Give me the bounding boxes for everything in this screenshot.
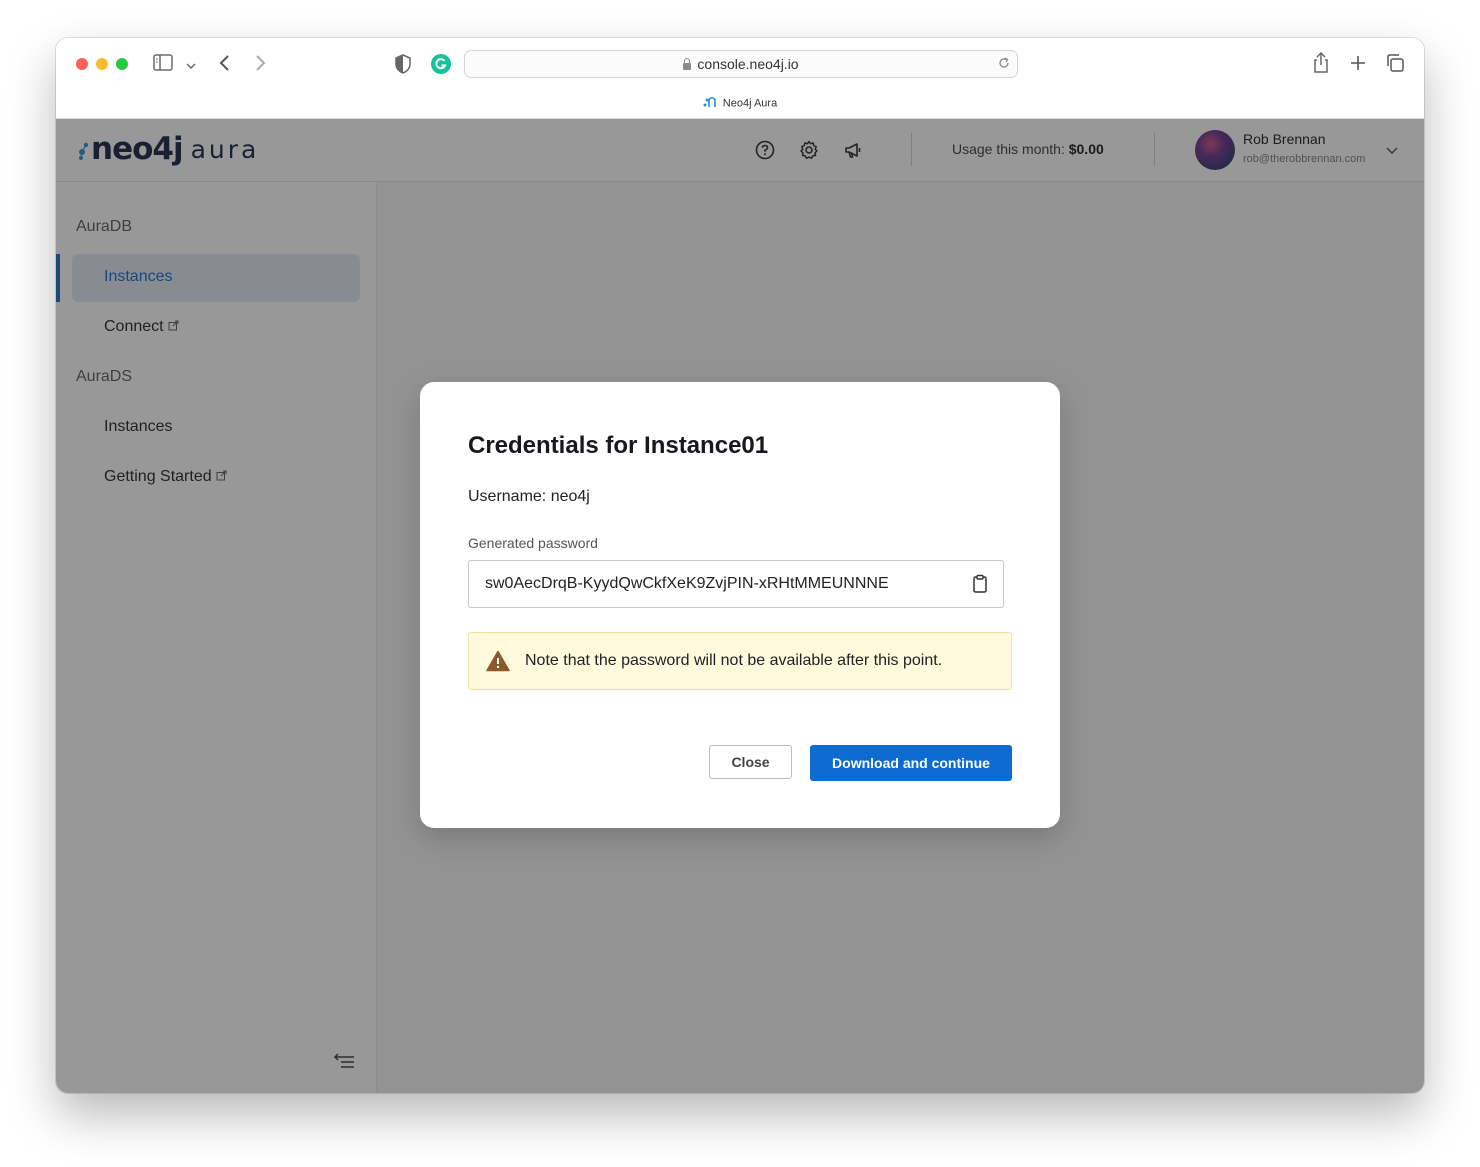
url-text: console.neo4j.io xyxy=(697,56,799,72)
clipboard-icon[interactable] xyxy=(969,573,991,595)
tab-overview-icon[interactable] xyxy=(1385,53,1405,78)
download-and-continue-button[interactable]: Download and continue xyxy=(810,745,1012,781)
dialog-title: Credentials for Instance01 xyxy=(468,432,769,459)
password-label: Generated password xyxy=(468,535,598,551)
chevron-down-icon[interactable] xyxy=(186,57,196,75)
browser-toolbar: console.neo4j.io Neo4j Aura xyxy=(56,38,1424,119)
neo4j-favicon-icon xyxy=(703,96,717,111)
reload-icon[interactable] xyxy=(997,56,1011,73)
credentials-dialog: Credentials for Instance01 Username: neo… xyxy=(420,382,1060,828)
back-icon[interactable] xyxy=(218,52,232,79)
warning-banner: Note that the password will not be avail… xyxy=(468,632,1012,690)
active-tab[interactable]: Neo4j Aura xyxy=(56,96,1424,111)
grammarly-icon[interactable] xyxy=(431,54,451,79)
app-content: neo4j aura Usage this month: $0.00 Rob B… xyxy=(56,119,1424,1093)
sidebar-toggle-icon[interactable] xyxy=(152,52,174,79)
close-button[interactable]: Close xyxy=(709,745,792,779)
new-tab-icon[interactable] xyxy=(1349,54,1367,77)
tab-title: Neo4j Aura xyxy=(722,97,778,110)
close-window-button[interactable] xyxy=(76,58,88,70)
address-bar[interactable]: console.neo4j.io xyxy=(464,50,1018,78)
password-value[interactable]: sw0AecDrqB-KyydQwCkfXeK9ZvjPIN-xRHtMMEUN… xyxy=(485,575,889,593)
warning-text: Note that the password will not be avail… xyxy=(525,652,943,669)
minimize-window-button[interactable] xyxy=(96,58,108,70)
privacy-shield-icon[interactable] xyxy=(394,54,412,79)
warning-icon xyxy=(486,650,510,677)
browser-window: console.neo4j.io Neo4j Aura neo4j aura U… xyxy=(56,38,1424,1093)
password-field[interactable]: sw0AecDrqB-KyydQwCkfXeK9ZvjPIN-xRHtMMEUN… xyxy=(468,560,1004,608)
share-icon[interactable] xyxy=(1312,51,1330,80)
lock-icon xyxy=(683,57,692,70)
zoom-window-button[interactable] xyxy=(116,58,128,70)
username-text: Username: neo4j xyxy=(468,488,590,505)
forward-icon[interactable] xyxy=(253,52,267,79)
